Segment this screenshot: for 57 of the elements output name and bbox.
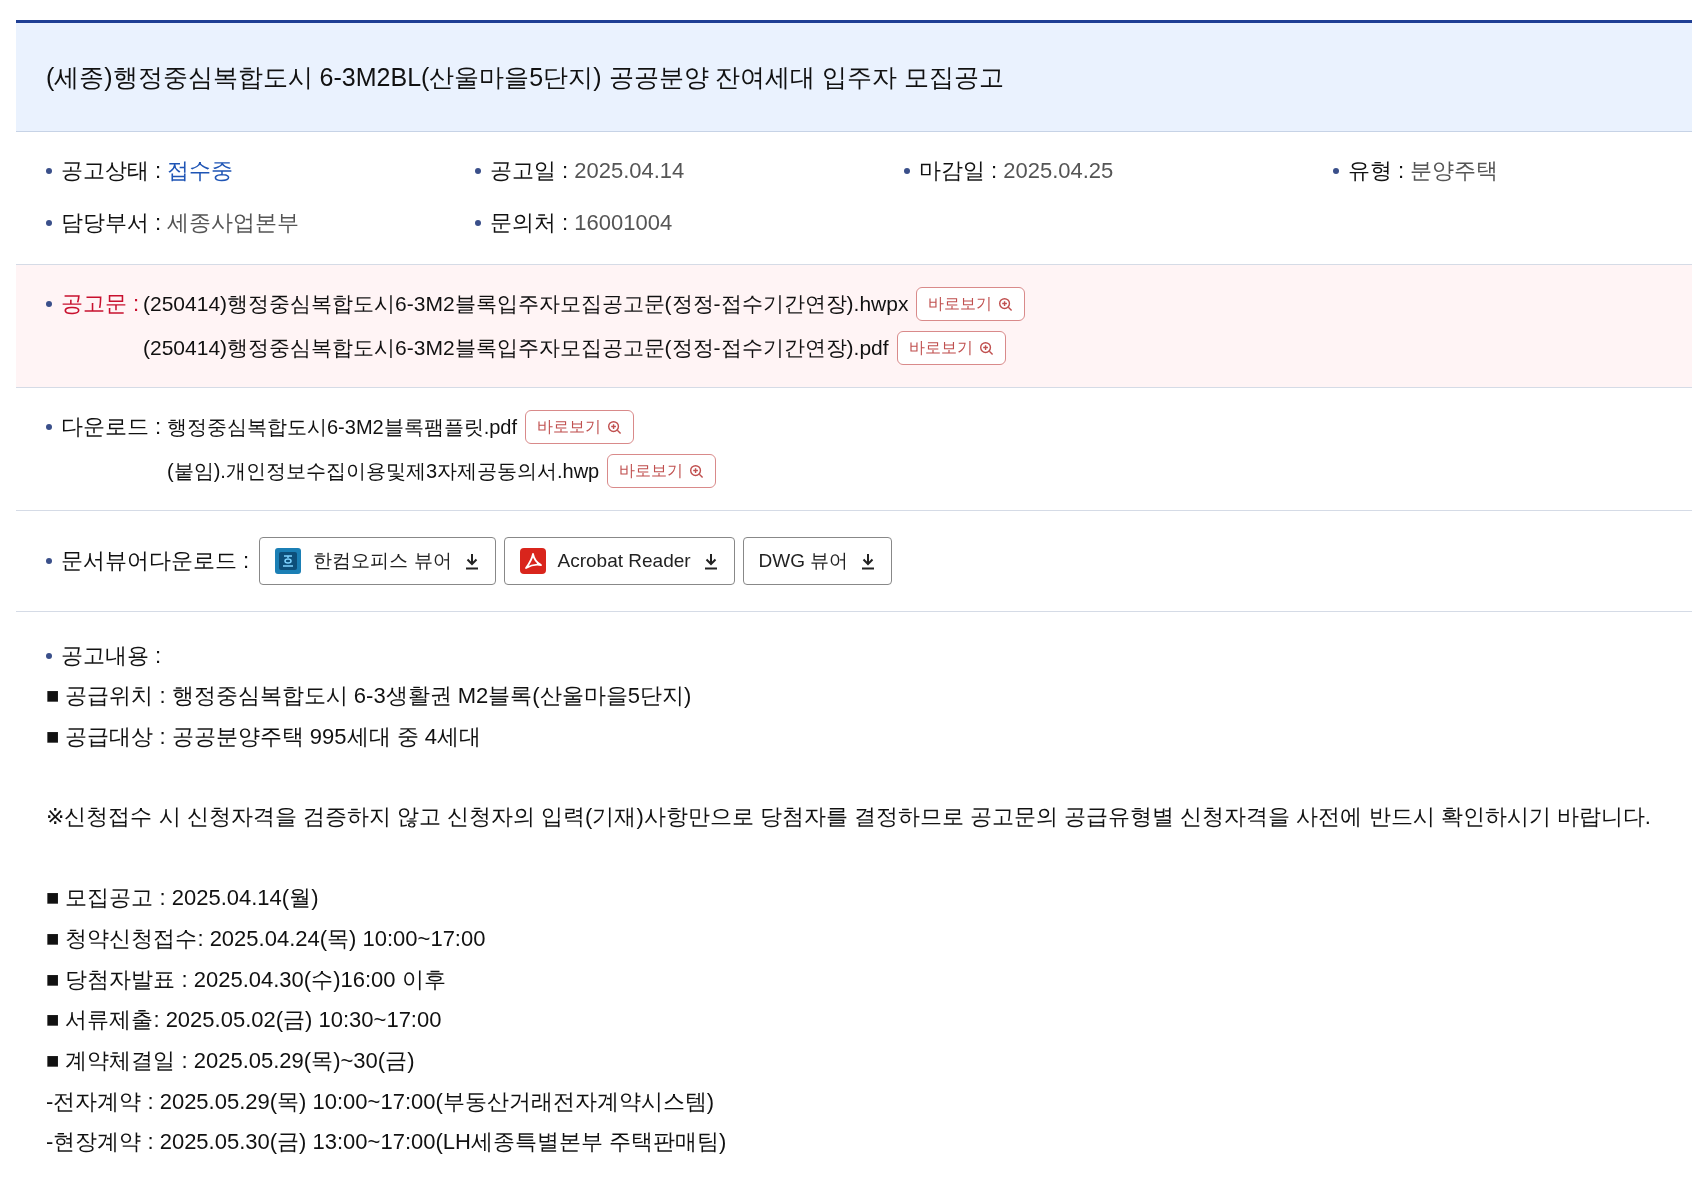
info-value: 분양주택 xyxy=(1410,157,1499,185)
file-name: (250414)행정중심복합도시6-3M2블록입주자모집공고문(정정-접수기간연장).pdf xyxy=(143,335,889,361)
download-icon xyxy=(463,552,480,570)
content-line: ■ 공급대상 : 공공분양주택 995세대 중 4세대 xyxy=(46,722,482,751)
info-label: 공고일 : xyxy=(490,157,569,185)
view-button[interactable]: 바로보기 xyxy=(607,454,717,488)
content-line: ※신청접수 시 신청자격을 검증하지 않고 신청자의 입력(기재)사항만으로 당첨자를 결정하므로 공고문의 공급유형별 신청자격을 사전에 반드시 확인하시기 바랍니다. xyxy=(46,803,1652,832)
info-value: 2025.04.14 xyxy=(574,158,685,184)
view-button[interactable]: 바로보기 xyxy=(896,331,1006,365)
info-label: 유형 : xyxy=(1348,157,1405,185)
file-name: (250414)행정중심복합도시6-3M2블록입주자모집공고문(정정-접수기간연장).hwpx xyxy=(143,291,909,317)
view-button[interactable]: 바로보기 xyxy=(525,410,635,444)
zoom-icon xyxy=(978,340,994,356)
info-label: 문의처 : xyxy=(490,209,569,237)
bullet-icon xyxy=(475,220,481,226)
zoom-icon xyxy=(607,419,623,435)
content-line: ■ 계약체결일 : 2025.05.29(목)~30(금) xyxy=(46,1046,416,1075)
notice-label: 공고문 : xyxy=(61,290,140,318)
zoom-icon xyxy=(689,463,705,479)
viewer-download-button[interactable]: DWG 뷰어 xyxy=(742,537,893,585)
content-line: ■ 공급위치 : 행정중심복합도시 6-3생활권 M2블록(산울마을5단지) xyxy=(46,682,693,710)
info-value: 2025.04.25 xyxy=(1003,158,1114,184)
bullet-icon xyxy=(46,558,52,564)
notice-title: (세종)행정중심복합도시 6-3M2BL(산울마을5단지) 공공분양 잔여세대 입주자 모집공고 xyxy=(46,61,1005,93)
download-icon xyxy=(860,552,877,570)
content-label: 공고내용 : xyxy=(61,642,162,670)
content-line: ■ 모집공고 : 2025.04.14(월) xyxy=(46,884,320,913)
download-label: 다운로드 : xyxy=(61,413,162,441)
pdf-logo-icon xyxy=(519,548,546,574)
file-name: 행정중심복합도시6-3M2블록팸플릿.pdf xyxy=(167,414,518,440)
viewer-label: 문서뷰어다운로드 : xyxy=(61,547,250,575)
view-button[interactable]: 바로보기 xyxy=(916,287,1026,321)
content-line: -전자계약 : 2025.05.29(목) 10:00~17:00(부동산거래전자계약시스템) xyxy=(46,1087,716,1116)
info-label: 마감일 : xyxy=(919,157,998,185)
zoom-icon xyxy=(998,296,1014,312)
content-line: ■ 당첨자발표 : 2025.04.30(수)16:00 이후 xyxy=(46,965,447,994)
download-icon xyxy=(702,552,719,570)
content-line: ■ 청약신청접수: 2025.04.24(목) 10:00~17:00 xyxy=(46,924,487,953)
bullet-icon xyxy=(46,301,52,307)
viewer-download-button[interactable]: Acrobat Reader xyxy=(503,537,735,585)
bullet-icon xyxy=(46,653,52,659)
info-value: 접수중 xyxy=(167,157,234,185)
content-line: -현장계약 : 2025.05.30(금) 13:00~17:00(LH세종특별본부 주택판매팀) xyxy=(46,1128,728,1157)
bullet-icon xyxy=(904,168,910,174)
bullet-icon xyxy=(46,424,52,430)
bullet-icon xyxy=(475,168,481,174)
bullet-icon xyxy=(46,220,52,226)
bullet-icon xyxy=(1333,168,1339,174)
bullet-icon xyxy=(46,168,52,174)
info-value: 16001004 xyxy=(574,210,673,236)
info-label: 담당부서 : xyxy=(61,209,162,237)
hancom-logo-icon xyxy=(275,548,302,574)
info-value: 세종사업본부 xyxy=(167,209,300,237)
info-label: 공고상태 : xyxy=(61,157,162,185)
file-name: (붙임).개인정보수집이용및제3자제공동의서.hwp xyxy=(167,458,600,484)
viewer-download-button[interactable]: 한컴오피스 뷰어 xyxy=(259,537,496,585)
content-line: ■ 서류제출: 2025.05.02(금) 10:30~17:00 xyxy=(46,1006,443,1035)
